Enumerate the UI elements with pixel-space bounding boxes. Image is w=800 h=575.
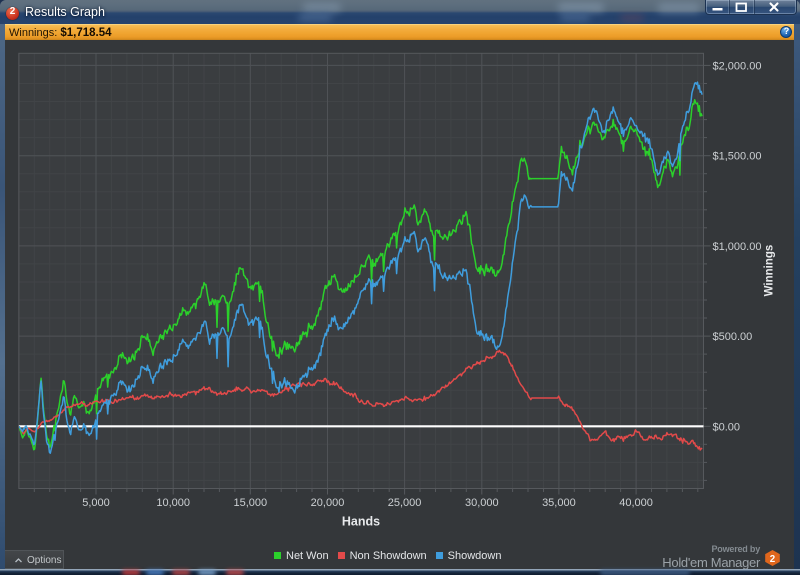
- svg-text:15,000: 15,000: [233, 497, 267, 509]
- svg-text:40,000: 40,000: [619, 497, 653, 509]
- svg-text:$500.00: $500.00: [713, 331, 753, 343]
- svg-text:20,000: 20,000: [311, 497, 345, 509]
- svg-text:Hands: Hands: [342, 515, 380, 529]
- svg-text:$1,500.00: $1,500.00: [713, 151, 762, 163]
- svg-text:$1,000.00: $1,000.00: [713, 241, 762, 253]
- svg-text:Winnings: Winnings: [764, 245, 776, 297]
- svg-text:5,000: 5,000: [82, 497, 110, 509]
- svg-text:10,000: 10,000: [156, 497, 190, 509]
- svg-text:25,000: 25,000: [388, 497, 422, 509]
- svg-text:30,000: 30,000: [465, 497, 499, 509]
- svg-text:$2,000.00: $2,000.00: [713, 60, 762, 72]
- svg-text:35,000: 35,000: [542, 497, 576, 509]
- svg-text:$0.00: $0.00: [713, 421, 741, 433]
- svg-text:2: 2: [770, 554, 776, 565]
